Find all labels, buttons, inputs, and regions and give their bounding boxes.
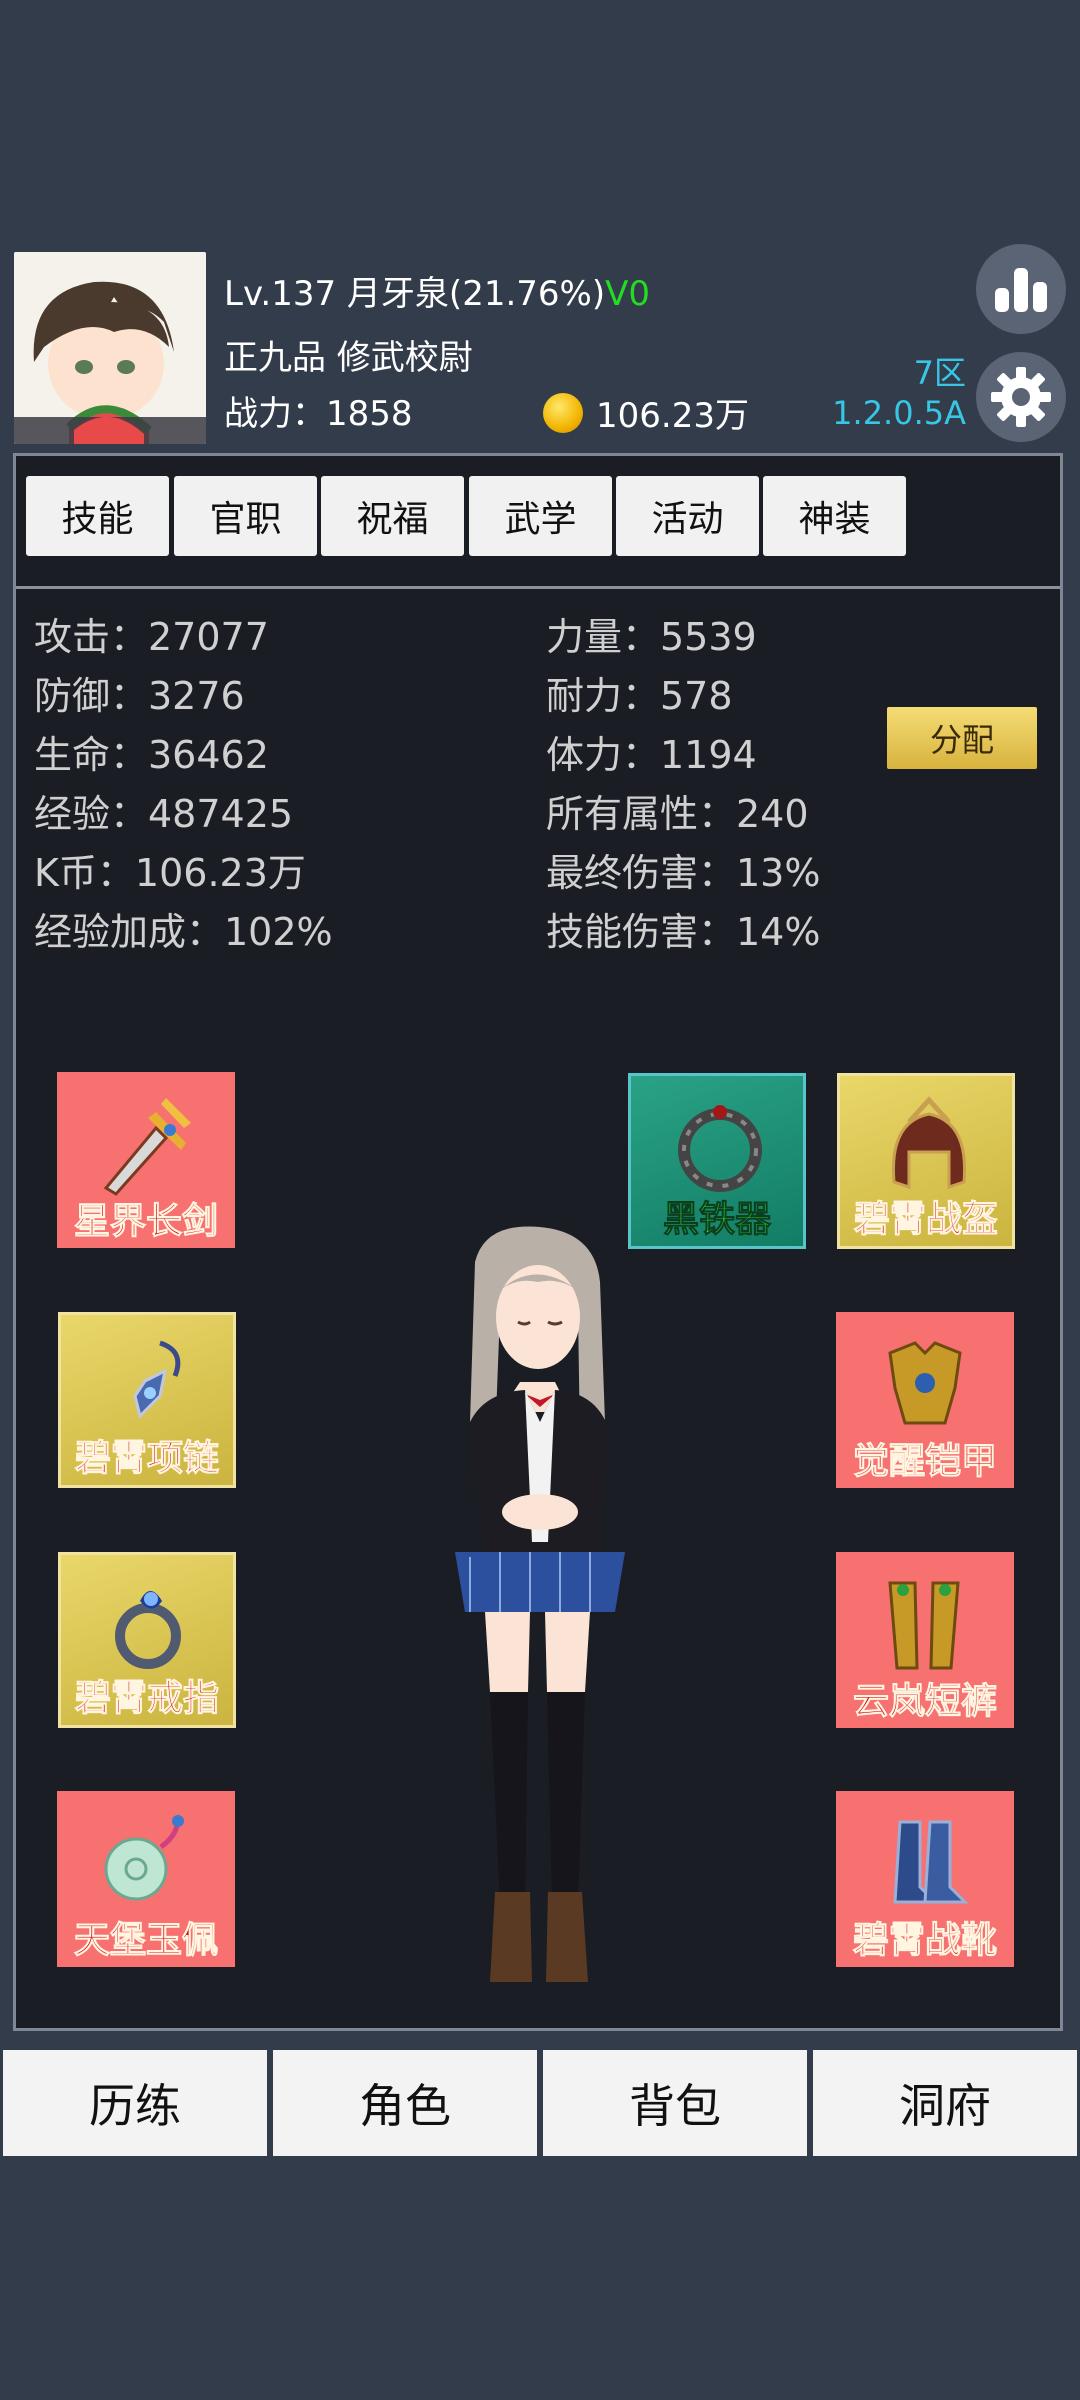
vip-level: V0 — [605, 274, 650, 314]
equip-name-black-iron: 黑铁器 — [662, 1199, 771, 1241]
tab-divine-gear[interactable]: 神装 — [763, 476, 906, 556]
combat-power: 战力：1858 — [224, 394, 413, 434]
equip-slot-black-iron[interactable]: 黑铁器 — [628, 1073, 806, 1249]
nav-backpack[interactable]: 背包 — [543, 2050, 807, 2156]
stat-k-coin: K币：106.23万 — [34, 851, 306, 895]
equip-name-weapon: 星界长剑 — [73, 1201, 218, 1243]
greaves-icon — [888, 1581, 960, 1670]
equip-slot-helmet[interactable]: 碧霄战盔 — [837, 1073, 1015, 1249]
helmet-icon — [891, 1096, 967, 1190]
stat-skill-damage: 技能伤害：14% — [546, 910, 821, 954]
gear-icon — [991, 367, 1051, 427]
leaderboard-button[interactable] — [976, 244, 1066, 334]
coin-icon — [543, 393, 583, 433]
spiked-ring-icon — [678, 1105, 762, 1192]
equip-slot-armor[interactable]: 觉醒铠甲 — [836, 1312, 1014, 1488]
tab-events[interactable]: 活动 — [616, 476, 759, 556]
player-avatar[interactable] — [14, 252, 206, 444]
equip-name-jade: 天堡玉佩 — [73, 1920, 218, 1962]
server-label: 7区 — [913, 354, 966, 392]
stat-attack: 攻击：27077 — [34, 615, 269, 659]
coin-amount: 106.23万 — [596, 396, 749, 436]
tab-official-post[interactable]: 官职 — [174, 476, 317, 556]
level-line: Lv.137 月牙泉(21.76%)V0 — [224, 266, 650, 315]
equip-name-ring: 碧霄戒指 — [74, 1678, 219, 1720]
allocate-button[interactable]: 分配 — [887, 707, 1037, 769]
necklace-icon — [133, 1340, 181, 1419]
stat-hp: 生命：36462 — [34, 733, 269, 777]
equip-name-boots: 碧霄战靴 — [852, 1920, 997, 1962]
sword-icon — [103, 1098, 191, 1196]
character-figure — [455, 1226, 625, 1982]
stat-defense: 防御：3276 — [34, 674, 245, 718]
equip-slot-jade[interactable]: 天堡玉佩 — [57, 1791, 235, 1967]
equip-slot-weapon[interactable]: 星界长剑 — [57, 1072, 235, 1248]
nav-character[interactable]: 角色 — [273, 2050, 537, 2156]
stat-final-damage: 最终伤害：13% — [546, 851, 821, 895]
tab-bar: 技能 官职 祝福 武学 活动 神装 — [16, 456, 1060, 589]
stat-exp-bonus: 经验加成：102% — [34, 910, 333, 954]
equip-slot-pants[interactable]: 云岚短裤 — [836, 1552, 1014, 1728]
bar-chart-icon — [995, 268, 1047, 312]
equip-name-helmet: 碧霄战盔 — [853, 1199, 998, 1241]
avatar-portrait — [14, 252, 206, 444]
character-model — [430, 1222, 640, 2002]
ring-icon — [115, 1591, 181, 1669]
stat-all-attributes: 所有属性：240 — [546, 792, 809, 836]
level-text: Lv.137 月牙泉(21.76%) — [224, 274, 606, 314]
tab-blessing[interactable]: 祝福 — [321, 476, 464, 556]
stat-strength: 力量：5539 — [546, 615, 757, 659]
tab-skills[interactable]: 技能 — [26, 476, 169, 556]
equip-name-armor: 觉醒铠甲 — [852, 1441, 997, 1483]
stat-exp: 经验：487425 — [34, 792, 294, 836]
boots-icon — [893, 1820, 969, 1904]
jade-pendant-icon — [104, 1815, 184, 1901]
settings-button[interactable] — [976, 352, 1066, 442]
equip-name-necklace: 碧霄项链 — [74, 1438, 219, 1480]
nav-cave-dwelling[interactable]: 洞府 — [813, 2050, 1077, 2156]
equip-slot-ring[interactable]: 碧霄戒指 — [58, 1552, 236, 1728]
stat-stamina: 体力：1194 — [546, 733, 757, 777]
equip-name-pants: 云岚短裤 — [852, 1681, 997, 1723]
stat-endurance: 耐力：578 — [546, 674, 733, 718]
nav-training[interactable]: 历练 — [3, 2050, 267, 2156]
version-label: 1.2.0.5A — [832, 394, 966, 432]
tab-martial-arts[interactable]: 武学 — [469, 476, 612, 556]
official-rank: 正九品 修武校尉 — [224, 338, 473, 378]
armor-icon — [888, 1341, 962, 1425]
equip-slot-boots[interactable]: 碧霄战靴 — [836, 1791, 1014, 1967]
equip-slot-necklace[interactable]: 碧霄项链 — [58, 1312, 236, 1488]
